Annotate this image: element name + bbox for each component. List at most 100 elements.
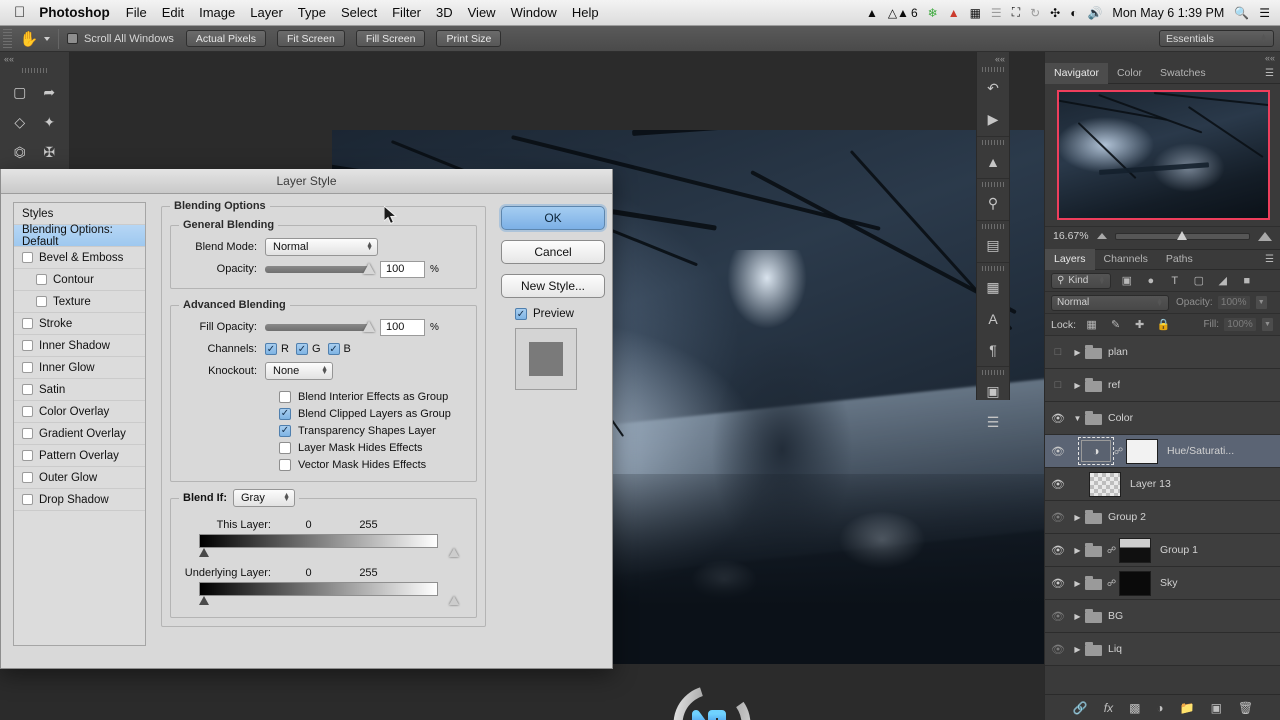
- menu-app-name[interactable]: Photoshop: [39, 5, 110, 20]
- style-outer-glow[interactable]: Outer Glow: [14, 467, 145, 489]
- chevron-right-icon[interactable]: ▶: [1071, 381, 1084, 390]
- blend-interior-effects-checkbox[interactable]: [279, 390, 291, 403]
- style-inner-glow[interactable]: Inner Glow: [14, 357, 145, 379]
- vector-mask-hides-effects-checkbox[interactable]: [279, 458, 291, 471]
- layer-name[interactable]: plan: [1108, 346, 1128, 358]
- fx-icon[interactable]: fx: [1104, 701, 1113, 715]
- blend-mode-select[interactable]: Normal ▲ ▼: [265, 238, 378, 256]
- layer-visibility-icon[interactable]: 👁: [1045, 610, 1071, 623]
- menu-layer[interactable]: Layer: [250, 5, 283, 20]
- style-contour[interactable]: Contour: [14, 269, 145, 291]
- style-checkbox[interactable]: [22, 494, 33, 505]
- underlying-layer-white-knob[interactable]: [449, 596, 459, 605]
- timemachine-icon[interactable]: ↻: [1030, 6, 1040, 20]
- tool-preset-chevron-icon[interactable]: [44, 36, 50, 41]
- opacity-slider[interactable]: [265, 262, 375, 274]
- layer-blend-mode-select[interactable]: Normal ▲ ▼: [1051, 294, 1169, 311]
- underlying-layer-gradient-bar[interactable]: [199, 582, 438, 596]
- add-mask-icon[interactable]: ▩: [1129, 701, 1140, 715]
- zoom-in-icon[interactable]: [1258, 231, 1272, 241]
- table-row[interactable]: □ ▶ plan: [1045, 336, 1280, 369]
- character-icon[interactable]: A: [977, 303, 1009, 334]
- filter-toggle-icon[interactable]: ■: [1238, 273, 1255, 289]
- ok-button[interactable]: OK: [501, 206, 605, 230]
- blend-clipped-layers-row[interactable]: ✓ Blend Clipped Layers as Group: [179, 405, 468, 422]
- chevron-right-icon[interactable]: ▶: [1071, 348, 1084, 357]
- link-mask-icon[interactable]: ☍: [1107, 545, 1116, 556]
- layer-name[interactable]: Color: [1108, 412, 1133, 424]
- style-gradient-overlay[interactable]: Gradient Overlay: [14, 423, 145, 445]
- dock-grip[interactable]: [982, 224, 1004, 229]
- lock-all-icon[interactable]: 🔒: [1155, 317, 1172, 333]
- leaf-icon[interactable]: ❄: [928, 6, 938, 20]
- cone-icon[interactable]: ▲: [948, 6, 960, 20]
- channel-g-checkbox[interactable]: ✓: [295, 343, 308, 355]
- cancel-button[interactable]: Cancel: [501, 240, 605, 264]
- this-layer-black-value[interactable]: 0: [281, 519, 336, 531]
- preview-row[interactable]: ✓ Preview: [515, 308, 605, 320]
- zoom-slider-handle[interactable]: [1176, 230, 1187, 240]
- layer-name[interactable]: Group 1: [1160, 544, 1198, 556]
- layer-mask-hides-effects-checkbox[interactable]: [279, 441, 291, 454]
- marquee-tool-icon[interactable]: ▢: [6, 78, 34, 106]
- style-checkbox[interactable]: [22, 428, 33, 439]
- layer-visibility-icon[interactable]: 👁: [1045, 445, 1071, 458]
- dock-grip[interactable]: [982, 370, 1004, 375]
- expand-dock-icon[interactable]: ««: [977, 52, 1009, 64]
- preview-checkbox[interactable]: ✓: [515, 308, 527, 320]
- magic-wand-tool-icon[interactable]: ✦: [36, 108, 64, 136]
- navigator-thumbnail[interactable]: [1057, 90, 1270, 220]
- lasso-tool-icon[interactable]: ◇: [6, 108, 34, 136]
- layer-visibility-icon[interactable]: 👁: [1045, 478, 1071, 491]
- layer-name[interactable]: Liq: [1108, 643, 1122, 655]
- brush-presets-icon[interactable]: ▤: [977, 230, 1009, 261]
- actual-pixels-button[interactable]: Actual Pixels: [185, 30, 266, 47]
- blend-if-channel-select[interactable]: Gray ▲ ▼: [233, 489, 295, 507]
- table-row[interactable]: 👁 ▶ ☍ Sky: [1045, 567, 1280, 600]
- channel-b[interactable]: ✓ B: [327, 343, 351, 355]
- blend-interior-effects-row[interactable]: Blend Interior Effects as Group: [179, 388, 468, 405]
- style-blending-options[interactable]: Blending Options: Default: [14, 224, 145, 248]
- tools-grip[interactable]: [21, 68, 48, 73]
- menubar-clock[interactable]: Mon May 6 1:39 PM: [1112, 6, 1224, 20]
- bluetooth-icon[interactable]: ✣: [1050, 6, 1060, 20]
- layer-mask-thumbnail[interactable]: [1126, 438, 1158, 464]
- layer-comps-icon[interactable]: ▣: [977, 376, 1009, 407]
- layers-list[interactable]: □ ▶ plan □ ▶ ref 👁 ▼ Color 👁 ◑ ☍ Hue/Sat…: [1045, 336, 1280, 666]
- styles-icon[interactable]: ⚲: [977, 188, 1009, 219]
- style-drop-shadow[interactable]: Drop Shadow: [14, 489, 145, 511]
- chevron-right-icon[interactable]: ▶: [1071, 546, 1084, 555]
- fill-stepper-icon[interactable]: ▼: [1261, 317, 1274, 332]
- fill-opacity-slider-handle[interactable]: [363, 320, 375, 332]
- layer-mask-hides-effects-row[interactable]: Layer Mask Hides Effects: [179, 439, 468, 456]
- tab-navigator[interactable]: Navigator: [1045, 62, 1108, 84]
- group-mask-thumbnail[interactable]: [1119, 537, 1151, 563]
- menu-help[interactable]: Help: [572, 5, 599, 20]
- fill-opacity-input[interactable]: 100: [380, 318, 425, 336]
- zoom-slider[interactable]: [1114, 230, 1250, 240]
- style-texture[interactable]: Texture: [14, 291, 145, 313]
- layer-filter-kind-select[interactable]: ⚲ Kind ▲ ▼: [1051, 272, 1112, 289]
- knockout-select[interactable]: None ▲ ▼: [265, 362, 333, 380]
- dock-grip[interactable]: [982, 266, 1004, 271]
- scroll-all-windows-checkbox[interactable]: [67, 33, 78, 44]
- collapse-tools-icon[interactable]: ««: [0, 52, 69, 66]
- this-layer-white-value[interactable]: 255: [336, 519, 401, 531]
- layer-fill-value[interactable]: 100%: [1223, 317, 1257, 332]
- layer-name[interactable]: Layer 13: [1130, 478, 1171, 490]
- layer-style-dialog[interactable]: Layer Style Styles Blending Options: Def…: [0, 169, 613, 669]
- workspace-selector[interactable]: Essentials ▲ ▼: [1159, 30, 1274, 47]
- link-layers-icon[interactable]: 🔗: [1073, 701, 1088, 715]
- options-bar-grip[interactable]: [3, 28, 12, 49]
- menu-select[interactable]: Select: [341, 5, 377, 20]
- pixel-filter-icon[interactable]: ▣: [1118, 273, 1135, 289]
- new-group-icon[interactable]: 📁: [1180, 701, 1195, 715]
- menu-image[interactable]: Image: [199, 5, 235, 20]
- move-tool-icon[interactable]: ➦: [36, 78, 64, 106]
- tab-color[interactable]: Color: [1108, 63, 1151, 84]
- fill-opacity-slider[interactable]: [265, 320, 375, 332]
- adjustments-icon[interactable]: ▲: [977, 146, 1009, 177]
- dock-grip[interactable]: [982, 182, 1004, 187]
- adjustment-layer-thumbnail[interactable]: ◑: [1078, 437, 1114, 465]
- layer-thumbnail[interactable]: [1089, 471, 1121, 497]
